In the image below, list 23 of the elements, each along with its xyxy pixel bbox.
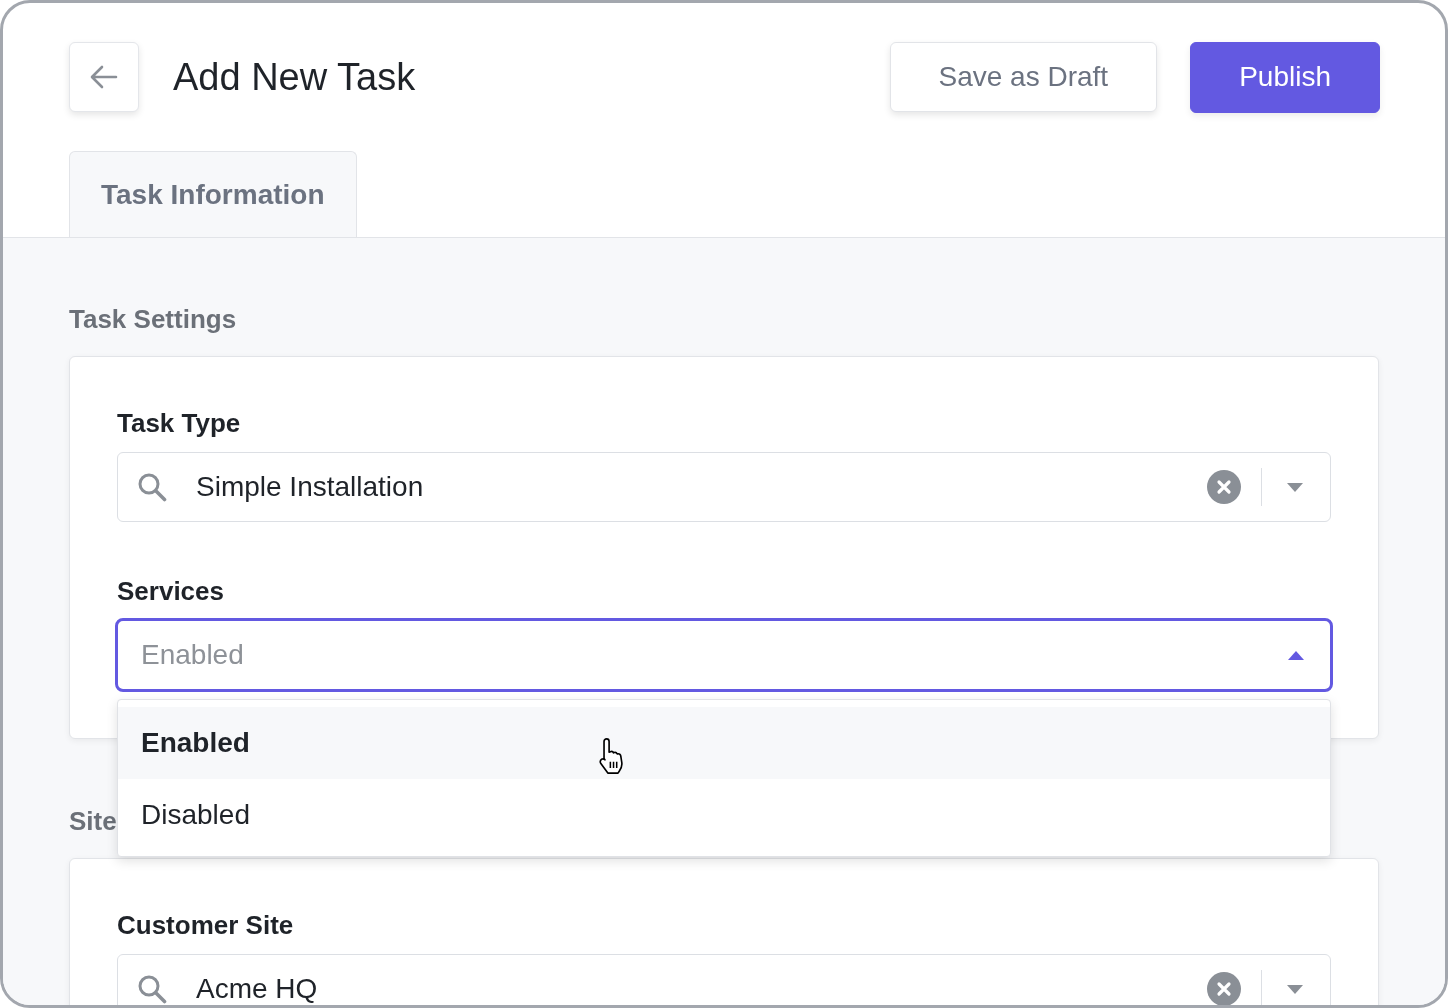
- field-label: Customer Site: [117, 909, 294, 942]
- search-icon: [137, 472, 167, 502]
- save-draft-button[interactable]: Save as Draft: [889, 42, 1158, 112]
- field-label: Services: [117, 575, 224, 608]
- search-select-field[interactable]: Acme HQ: [117, 954, 1331, 1005]
- tab[interactable]: Task Information: [69, 151, 357, 237]
- caret-down-icon[interactable]: [1287, 984, 1303, 994]
- section-title: Site: [69, 805, 117, 838]
- page-title: Add New Task: [173, 55, 416, 99]
- caret-up-icon[interactable]: [1288, 650, 1304, 660]
- hand-pointer-icon: [596, 737, 626, 775]
- section-title: Task Settings: [69, 303, 237, 336]
- dropdown-option[interactable]: Disabled: [118, 779, 1330, 851]
- dropdown-option[interactable]: Enabled: [118, 707, 1330, 779]
- search-select-field[interactable]: Simple Installation: [117, 452, 1331, 522]
- field-label: Task Type: [117, 407, 241, 440]
- caret-down-icon[interactable]: [1287, 482, 1303, 492]
- back-button[interactable]: [69, 42, 139, 112]
- clear-icon[interactable]: [1207, 972, 1241, 1005]
- publish-button[interactable]: Publish: [1190, 41, 1380, 113]
- search-icon: [137, 974, 167, 1004]
- clear-icon[interactable]: [1207, 470, 1241, 504]
- arrow-left-icon: [90, 65, 118, 89]
